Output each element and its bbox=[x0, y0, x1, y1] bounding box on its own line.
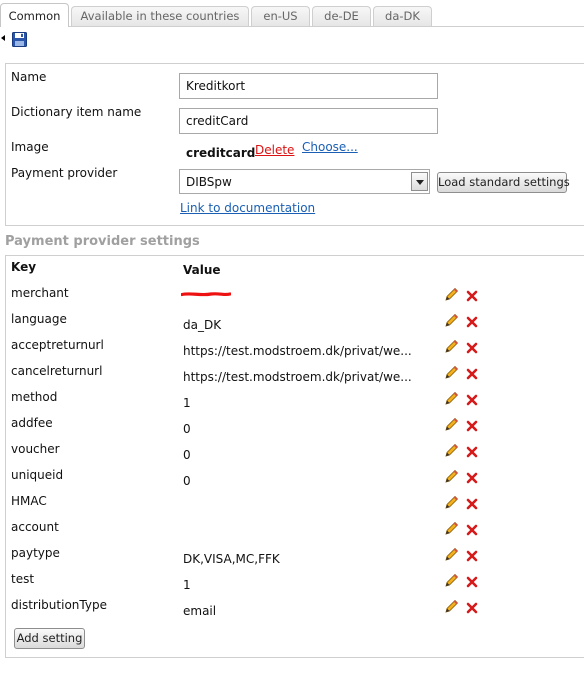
chevron-down-icon[interactable] bbox=[411, 172, 428, 191]
floppy-disk-icon[interactable] bbox=[12, 32, 27, 47]
setting-key: method bbox=[11, 390, 58, 404]
pencil-icon[interactable] bbox=[444, 495, 459, 510]
pencil-icon[interactable] bbox=[444, 287, 459, 302]
setting-key: test bbox=[11, 572, 35, 586]
setting-value: email bbox=[183, 604, 217, 618]
pencil-icon[interactable] bbox=[444, 365, 459, 380]
name-label: Name bbox=[11, 70, 47, 84]
tab-bar: Common Available in these countries en-U… bbox=[0, 0, 584, 27]
dictionary-item-field[interactable]: creditCard bbox=[179, 108, 438, 134]
setting-key: HMAC bbox=[11, 494, 47, 508]
toolbar bbox=[0, 27, 584, 51]
setting-key: uniqueid bbox=[11, 468, 64, 482]
dictionary-item-label: Dictionary item name bbox=[11, 105, 142, 119]
image-choose-link[interactable]: Choose... bbox=[302, 140, 358, 154]
tab-de-de[interactable]: de-DE bbox=[312, 6, 371, 26]
pencil-icon[interactable] bbox=[444, 573, 459, 588]
pencil-icon[interactable] bbox=[444, 391, 459, 406]
name-field[interactable]: Kreditkort bbox=[179, 73, 438, 99]
setting-key: acceptreturnurl bbox=[11, 338, 104, 352]
settings-section-title: Payment provider settings bbox=[5, 234, 200, 249]
setting-key: language bbox=[11, 312, 67, 326]
pencil-icon[interactable] bbox=[444, 521, 459, 536]
pencil-icon[interactable] bbox=[444, 599, 459, 614]
setting-key: paytype bbox=[11, 546, 60, 560]
setting-value: https://test.modstroem.dk/privat/we... bbox=[183, 370, 412, 384]
delete-icon[interactable] bbox=[466, 446, 478, 458]
value-column-header: Value bbox=[183, 263, 221, 277]
setting-key: distributionType bbox=[11, 598, 107, 612]
setting-key: merchant bbox=[11, 286, 69, 300]
tab-common[interactable]: Common bbox=[0, 3, 69, 27]
payment-provider-value: DIBSpw bbox=[186, 175, 232, 189]
delete-icon[interactable] bbox=[466, 394, 478, 406]
tab-en-us[interactable]: en-US bbox=[251, 6, 310, 26]
delete-icon[interactable] bbox=[466, 472, 478, 484]
setting-value: 0 bbox=[183, 474, 191, 488]
add-setting-button[interactable]: Add setting bbox=[14, 628, 85, 649]
delete-icon[interactable] bbox=[466, 576, 478, 588]
delete-icon[interactable] bbox=[466, 498, 478, 510]
setting-value: da_DK bbox=[183, 318, 222, 332]
setting-value: 0 bbox=[183, 422, 191, 436]
pencil-icon[interactable] bbox=[444, 547, 459, 562]
image-label: Image bbox=[11, 140, 49, 154]
documentation-link[interactable]: Link to documentation bbox=[180, 201, 315, 215]
key-column-header: Key bbox=[11, 260, 37, 274]
load-standard-settings-button[interactable]: Load standard settings bbox=[437, 172, 570, 193]
delete-icon[interactable] bbox=[466, 368, 478, 380]
setting-key: voucher bbox=[11, 442, 60, 456]
image-name: creditcard bbox=[186, 146, 256, 160]
delete-icon[interactable] bbox=[466, 524, 478, 536]
setting-key: account bbox=[11, 520, 59, 534]
delete-icon[interactable] bbox=[466, 420, 478, 432]
setting-value: 1 bbox=[183, 396, 191, 410]
tab-da-dk[interactable]: da-DK bbox=[373, 6, 432, 26]
pencil-icon[interactable] bbox=[444, 313, 459, 328]
delete-icon[interactable] bbox=[466, 550, 478, 562]
delete-icon[interactable] bbox=[466, 342, 478, 354]
pencil-icon[interactable] bbox=[444, 417, 459, 432]
redaction-mark bbox=[181, 292, 231, 297]
chevron-left-icon[interactable] bbox=[1, 35, 5, 41]
payment-provider-label: Payment provider bbox=[11, 166, 118, 180]
setting-value: DK,VISA,MC,FFK bbox=[183, 552, 280, 566]
delete-icon[interactable] bbox=[466, 316, 478, 328]
delete-icon[interactable] bbox=[466, 602, 478, 614]
pencil-icon[interactable] bbox=[444, 469, 459, 484]
setting-key: cancelreturnurl bbox=[11, 364, 103, 378]
setting-key: addfee bbox=[11, 416, 53, 430]
setting-value: 1 bbox=[183, 578, 191, 592]
pencil-icon[interactable] bbox=[444, 339, 459, 354]
tab-available-countries[interactable]: Available in these countries bbox=[71, 6, 249, 26]
delete-icon[interactable] bbox=[466, 290, 478, 302]
setting-value: https://test.modstroem.dk/privat/we... bbox=[183, 344, 412, 358]
pencil-icon[interactable] bbox=[444, 443, 459, 458]
payment-provider-select[interactable]: DIBSpw bbox=[179, 169, 430, 194]
setting-value: 0 bbox=[183, 448, 191, 462]
image-delete-link[interactable]: Delete bbox=[255, 143, 294, 157]
